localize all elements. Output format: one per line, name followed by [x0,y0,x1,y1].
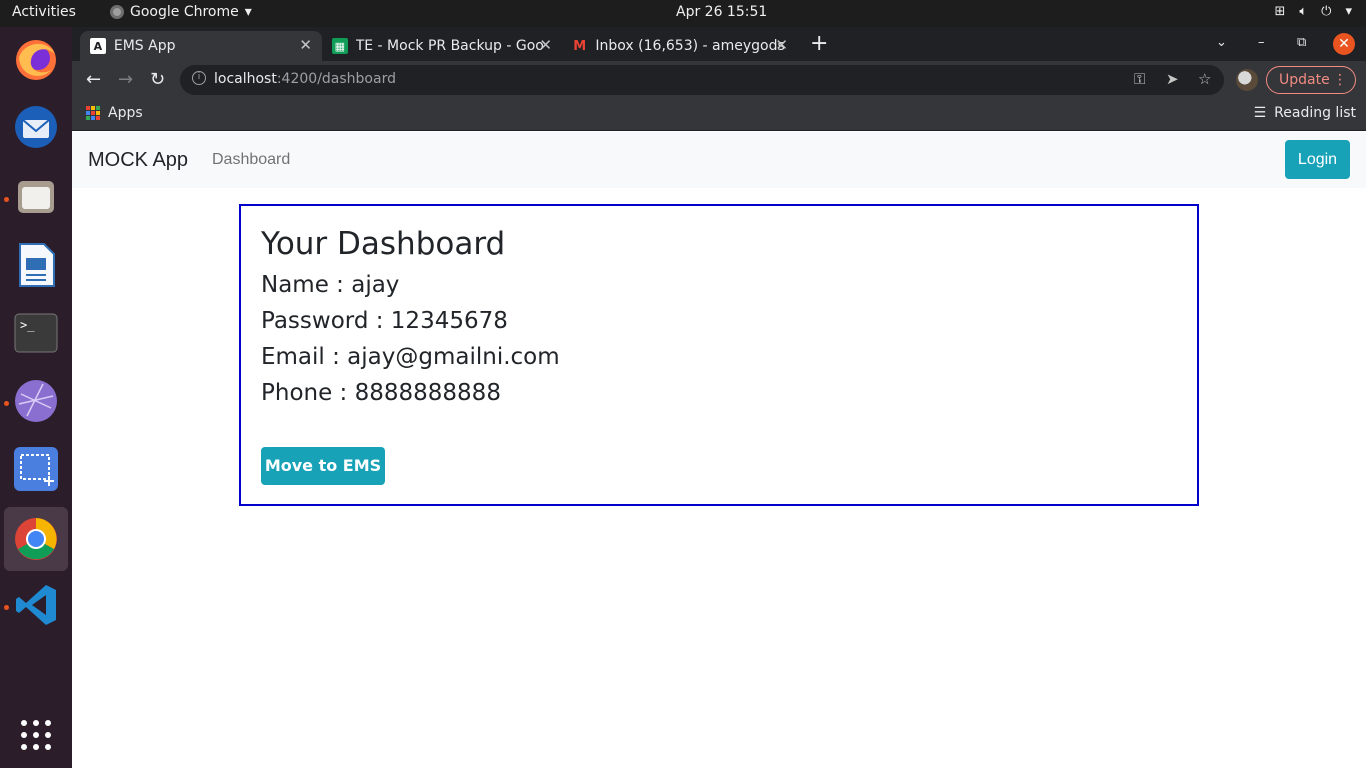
window-close-icon[interactable]: ✕ [1333,33,1355,55]
close-icon[interactable]: ✕ [775,36,788,54]
sheets-icon: ▦ [332,38,348,54]
thunderbird-icon[interactable] [12,103,60,151]
tab-strip: A EMS App ✕ ▦ TE - Mock PR Backup - Goo … [72,27,1366,61]
web-page: MOCK App Dashboard Login Your Dashboard … [72,132,1366,768]
running-indicator [4,605,9,610]
activities-button[interactable]: Activities [12,4,76,20]
minimize-icon[interactable]: – [1258,35,1265,50]
update-label: Update [1279,72,1330,88]
new-tab-button[interactable]: + [810,33,828,55]
running-indicator [4,197,9,202]
tab-search-chevron-icon[interactable]: ⌄ [1216,35,1227,50]
reading-list-label: Reading list [1274,105,1356,121]
app-menu-label: Google Chrome [130,4,239,20]
tab-title: TE - Mock PR Backup - Goo [355,38,544,54]
files-icon[interactable] [12,173,60,221]
password-field: Password : 12345678 [261,308,508,334]
tab-sheets[interactable]: ▦ TE - Mock PR Backup - Goo ✕ [322,31,562,61]
writer-icon[interactable] [12,241,60,289]
apps-grid-icon [86,106,100,120]
app-navbar: MOCK App Dashboard Login [72,132,1366,188]
system-tray[interactable]: ⊞ 🔈︎ ⏻ ▾ [1274,4,1352,19]
url-text[interactable]: localhost:4200/dashboard [214,71,396,87]
volume-icon: 🔈︎ [1299,4,1308,19]
key-icon[interactable]: ⚿ [1134,70,1145,88]
clock[interactable]: Apr 26 15:51 [676,4,767,20]
tab-gmail[interactable]: M Inbox (16,653) - ameygods ✕ [562,31,798,61]
reading-list-icon: ☰ [1253,105,1267,121]
address-bar[interactable]: i localhost:4200/dashboard ⚿ ➤ ☆ [180,65,1224,95]
running-indicator [4,401,9,406]
restore-icon[interactable]: ⧉ [1297,35,1306,50]
tab-title: Inbox (16,653) - ameygods [595,38,785,54]
site-info-icon[interactable]: i [192,71,206,85]
app-grid-icon[interactable] [12,711,60,759]
bookmarks-bar: Apps ☰ Reading list [72,99,1366,131]
email-field: Email : ajay@gmailni.com [261,344,560,370]
tab-ems-app[interactable]: A EMS App ✕ [80,31,322,61]
dashboard-card: Your Dashboard Name : ajay Password : 12… [239,204,1199,506]
brand-link[interactable]: MOCK App [88,149,188,172]
browser-toolbar: ← → ↻ i localhost:4200/dashboard ⚿ ➤ ☆ U… [72,61,1366,99]
close-icon[interactable]: ✕ [299,36,312,54]
reading-list-button[interactable]: ☰ Reading list [1254,105,1356,121]
chevron-down-icon: ▾ [244,4,252,20]
dashboard-title: Your Dashboard [261,226,506,262]
network-app-icon[interactable] [12,377,60,425]
dock: >_ [0,27,72,768]
power-icon: ⏻ [1321,4,1332,19]
app-menu[interactable]: Google Chrome ▾ [110,4,252,20]
name-field: Name : ajay [261,272,400,298]
login-button[interactable]: Login [1285,140,1350,179]
profile-avatar[interactable] [1236,69,1258,91]
angular-icon: A [90,38,106,54]
screenshot-icon[interactable] [12,445,60,493]
url-host: localhost [214,71,277,87]
forward-icon[interactable]: → [118,69,133,90]
send-icon[interactable]: ➤ [1166,70,1179,88]
tab-title: EMS App [113,38,176,54]
svg-text:>_: >_ [20,318,35,332]
chrome-dock-icon[interactable] [4,507,68,571]
apps-bookmark[interactable]: Apps [86,105,143,121]
chevron-down-icon: ▾ [1345,4,1352,19]
back-icon[interactable]: ← [86,69,101,90]
phone-field: Phone : 8888888888 [261,380,501,406]
firefox-icon[interactable] [12,35,60,83]
move-to-ems-button[interactable]: Move to EMS [261,447,385,485]
network-icon: ⊞ [1274,4,1286,19]
more-vert-icon: ⋮ [1333,72,1347,88]
gmail-icon: M [573,38,587,54]
apps-label: Apps [108,105,143,121]
vscode-icon[interactable] [12,581,60,629]
url-path: :4200/dashboard [276,71,396,87]
reload-icon[interactable]: ↻ [150,69,165,90]
system-top-bar: Activities Google Chrome ▾ Apr 26 15:51 … [0,0,1366,27]
update-button[interactable]: Update ⋮ [1266,66,1356,94]
star-icon[interactable]: ☆ [1198,70,1211,88]
terminal-icon[interactable]: >_ [12,309,60,357]
chrome-icon [110,5,124,19]
nav-link-dashboard[interactable]: Dashboard [212,151,290,169]
close-icon[interactable]: ✕ [539,36,552,54]
